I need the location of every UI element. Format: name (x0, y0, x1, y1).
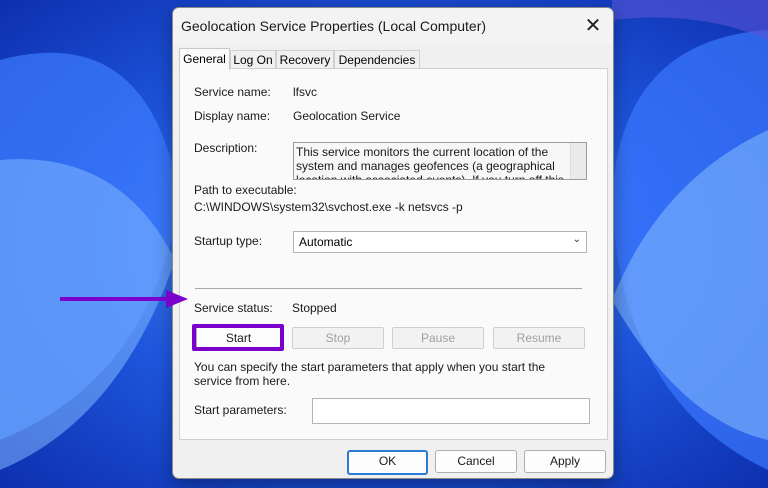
path-value: C:\WINDOWS\system32\svchost.exe -k netsv… (194, 200, 463, 214)
apply-button[interactable]: Apply (524, 450, 606, 473)
start-params-label: Start parameters: (194, 403, 287, 417)
tab-log-on[interactable]: Log On (230, 50, 276, 69)
service-status-value: Stopped (292, 301, 337, 315)
cancel-button[interactable]: Cancel (435, 450, 517, 473)
title-bar[interactable]: Geolocation Service Properties (Local Co… (173, 8, 613, 44)
description-label: Description: (194, 141, 258, 155)
general-tab-panel: Service name: lfsvc Display name: Geoloc… (179, 68, 608, 440)
tab-general[interactable]: General (179, 48, 230, 70)
dialog-title: Geolocation Service Properties (Local Co… (181, 18, 487, 34)
divider (195, 288, 582, 289)
start-params-hint: You can specify the start parameters tha… (194, 360, 546, 388)
description-text: This service monitors the current locati… (296, 145, 564, 180)
service-status-label: Service status: (194, 301, 273, 315)
start-params-input[interactable] (312, 398, 590, 424)
ok-button[interactable]: OK (347, 450, 428, 475)
close-icon[interactable]: ✕ (579, 13, 607, 39)
startup-type-select[interactable]: Automatic ⌄ (293, 231, 587, 253)
tab-recovery[interactable]: Recovery (276, 50, 334, 69)
startup-type-value: Automatic (299, 235, 353, 249)
startup-type-label: Startup type: (194, 234, 263, 248)
pause-button[interactable]: Pause (392, 327, 484, 349)
display-name-label: Display name: (194, 109, 271, 123)
description-box[interactable]: This service monitors the current locati… (293, 142, 587, 180)
tab-dependencies[interactable]: Dependencies (334, 50, 420, 69)
chevron-down-icon: ⌄ (572, 234, 581, 245)
display-name-value: Geolocation Service (293, 109, 401, 123)
service-properties-dialog: Geolocation Service Properties (Local Co… (172, 7, 614, 479)
start-button-highlight (192, 324, 284, 351)
service-name-label: Service name: (194, 85, 271, 99)
resume-button[interactable]: Resume (493, 327, 585, 349)
path-label: Path to executable: (194, 183, 297, 197)
stop-button[interactable]: Stop (292, 327, 384, 349)
service-name-value: lfsvc (293, 85, 317, 99)
description-scrollbar[interactable] (570, 143, 586, 179)
